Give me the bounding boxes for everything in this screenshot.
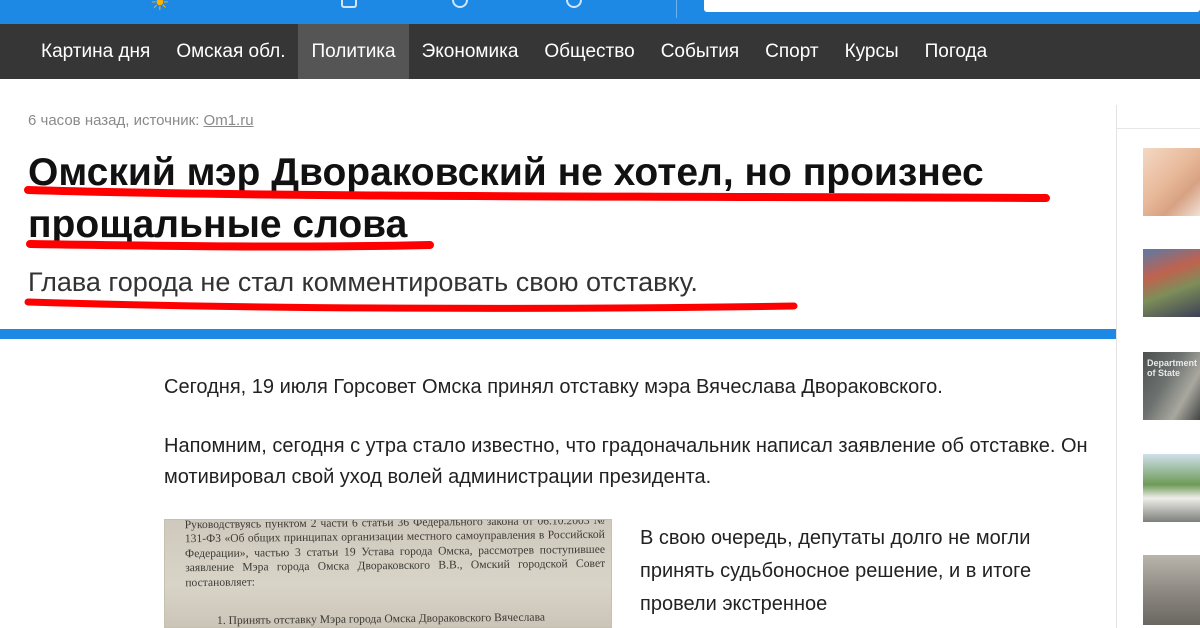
nav-item-kursy[interactable]: Курсы bbox=[832, 24, 912, 79]
article-paragraph-2: Напомним, сегодня с утра стало известно,… bbox=[164, 435, 1088, 488]
article-header: 6 часов назад, источник: Om1.ru Омский м… bbox=[0, 79, 1116, 329]
related-sidebar: Department of State bbox=[1116, 105, 1200, 628]
nav-item-kartina-dnya[interactable]: Картина дня bbox=[28, 24, 163, 79]
source-link[interactable]: Om1.ru bbox=[204, 112, 254, 129]
user-icon[interactable] bbox=[566, 0, 582, 8]
thumb-spa-woman[interactable] bbox=[1143, 148, 1200, 216]
nav-item-sport[interactable]: Спорт bbox=[752, 24, 831, 79]
header-divider bbox=[676, 0, 677, 18]
search-input[interactable] bbox=[704, 0, 1200, 12]
article-headline: Омский мэр Двораковский не хотел, но про… bbox=[28, 151, 984, 246]
article-meta: 6 часов назад, источник: Om1.ru bbox=[28, 112, 254, 129]
document-text: Руководствуясь пунктом 2 части 6 статьи … bbox=[184, 519, 606, 589]
article-paragraph-3: В свою очередь, депутаты долго не могли … bbox=[640, 527, 1032, 615]
nav-item-obshchestvo[interactable]: Общество bbox=[531, 24, 647, 79]
nav-item-omskaya-obl[interactable]: Омская обл. bbox=[163, 24, 298, 79]
top-header: ☀ bbox=[0, 0, 1200, 24]
article-subheadline: Глава города не стал комментировать свою… bbox=[28, 267, 698, 297]
nav-item-politika[interactable]: Политика bbox=[298, 24, 409, 79]
thumb-street[interactable] bbox=[1143, 555, 1200, 625]
main-nav: Картина дня Омская обл. Политика Экономи… bbox=[0, 24, 1200, 79]
blue-divider bbox=[0, 329, 1116, 339]
nav-item-pogoda[interactable]: Погода bbox=[912, 24, 1001, 79]
thumb-sign-text: Department of State bbox=[1147, 358, 1198, 378]
thumb-crowd[interactable] bbox=[1143, 249, 1200, 317]
article-paragraph-1: Сегодня, 19 июля Горсовет Омска принял о… bbox=[164, 376, 943, 398]
nav-item-ekonomika[interactable]: Экономика bbox=[409, 24, 532, 79]
document-item: 1. Принять отставку Мэра города Омска Дв… bbox=[216, 610, 546, 628]
sidebar-header bbox=[1117, 105, 1200, 129]
thumb-trailer[interactable] bbox=[1143, 454, 1200, 522]
nav-item-sobytiya[interactable]: События bbox=[648, 24, 752, 79]
article-time: 6 часов назад, источник: bbox=[28, 112, 204, 129]
sun-logo-icon[interactable]: ☀ bbox=[150, 0, 170, 16]
thumb-department-of-state[interactable]: Department of State bbox=[1143, 352, 1200, 420]
document-photo[interactable]: Руководствуясь пунктом 2 части 6 статьи … bbox=[164, 519, 612, 628]
location-icon[interactable] bbox=[452, 0, 468, 8]
mail-icon[interactable] bbox=[341, 0, 357, 8]
